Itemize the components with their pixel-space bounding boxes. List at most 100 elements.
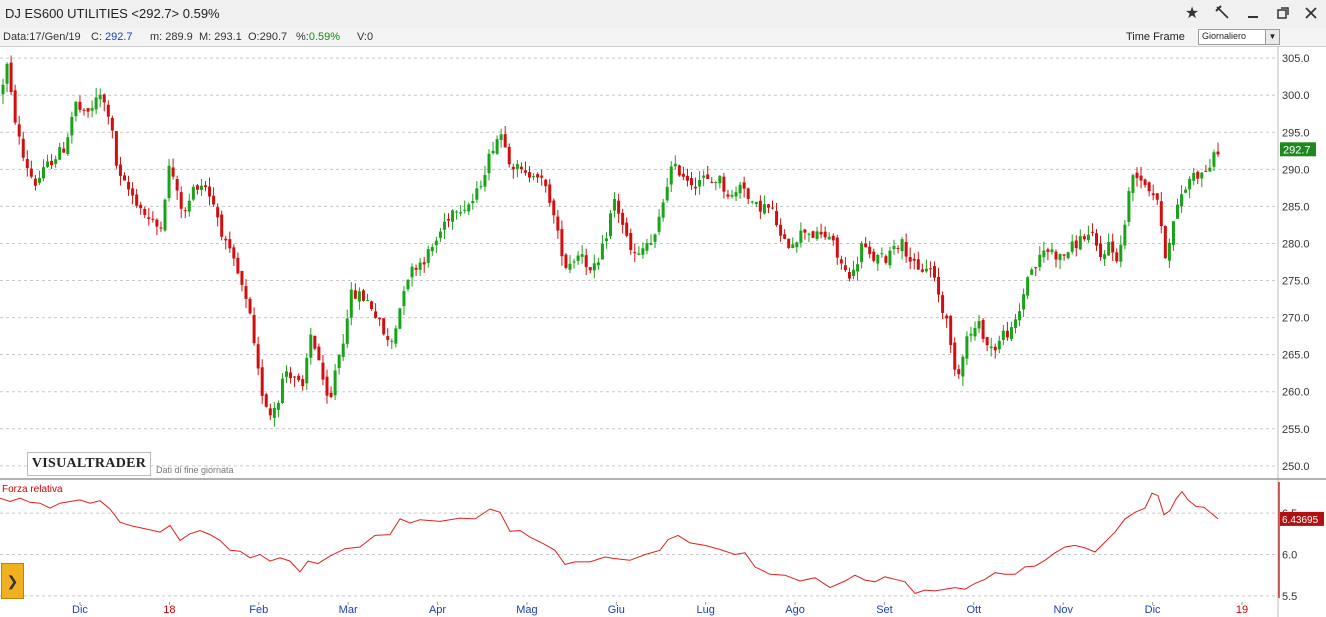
candle-body: [868, 246, 872, 255]
candle-body: [1204, 170, 1208, 172]
candle-body: [754, 201, 758, 205]
candle-body: [564, 254, 568, 268]
candle-body: [86, 108, 90, 112]
x-tick-label: 18: [163, 604, 175, 616]
timeframe-select[interactable]: Giornaliero ▼: [1198, 29, 1280, 45]
candle-body: [1131, 175, 1135, 193]
candle-body: [495, 139, 499, 154]
candle-body: [147, 217, 151, 219]
candle-body: [771, 207, 774, 209]
candle-body: [827, 236, 831, 240]
candle-body: [835, 237, 839, 258]
candle-body: [665, 186, 669, 201]
play-icon[interactable]: ❯: [1, 563, 24, 599]
candle-body: [831, 235, 835, 241]
candle-body: [924, 268, 928, 272]
candle-body: [973, 327, 977, 337]
x-tick-label: Feb: [249, 604, 268, 616]
candle-body: [345, 318, 349, 344]
candle-body: [852, 269, 855, 276]
candle-body: [236, 257, 240, 274]
last-price-label: 292.7: [1283, 144, 1311, 156]
candle-body: [366, 300, 369, 302]
candle-body: [499, 134, 503, 140]
candle-body: [471, 200, 475, 204]
price-tick-label: 290.0: [1282, 164, 1310, 176]
candle-body: [90, 108, 94, 111]
candle-body: [977, 320, 981, 329]
candle-body: [25, 159, 29, 169]
candle-body: [29, 168, 33, 177]
x-tick-label: 19: [1236, 604, 1248, 616]
candle-body: [706, 174, 710, 179]
x-tick-label: Mar: [339, 604, 358, 616]
candle-body: [127, 181, 131, 190]
candle-body: [775, 211, 779, 226]
candle-body: [451, 210, 455, 222]
candle-body: [807, 233, 811, 235]
candle-body: [143, 208, 147, 215]
candle-body: [422, 262, 426, 265]
candle-body: [220, 214, 224, 237]
close-icon[interactable]: [1300, 3, 1322, 23]
candle-body: [681, 173, 685, 177]
candle-body: [811, 231, 815, 238]
candle-body: [629, 233, 633, 250]
candle-body: [1107, 242, 1111, 256]
candle-body: [920, 269, 924, 272]
candle-body: [904, 242, 908, 257]
candle-body: [625, 222, 629, 236]
candle-body: [50, 160, 54, 166]
candle-body: [94, 97, 98, 110]
candle-body: [544, 179, 548, 187]
price-chart[interactable]: 305.0 300.0 295.0 290.0 285.0 280.0 275.0 270.0…: [0, 46, 1326, 617]
candle-body: [151, 218, 155, 220]
candle-body: [438, 231, 442, 238]
candle-body: [191, 186, 195, 200]
candle-body: [637, 253, 641, 255]
candle-body: [118, 164, 122, 176]
candle-body: [507, 146, 511, 165]
timeframe-label: Time Frame: [1126, 31, 1185, 43]
candle-body: [1151, 193, 1155, 196]
x-tick-label: Ago: [785, 604, 805, 616]
candle-body: [576, 255, 580, 261]
candle-body: [329, 392, 333, 398]
candle-body: [349, 289, 353, 318]
x-tick-label: Ott: [967, 604, 982, 616]
candle-body: [123, 175, 126, 181]
candle-body: [46, 161, 50, 167]
candle-body: [313, 335, 317, 349]
candle-body: [98, 94, 102, 100]
candle-body: [511, 166, 515, 170]
x-tick-label: Set: [876, 604, 893, 616]
candle-body: [248, 298, 252, 314]
candle-body: [1001, 330, 1005, 340]
star-icon[interactable]: ★: [1181, 3, 1203, 23]
candle-body: [1005, 330, 1009, 338]
info-pct: %:0.59%: [296, 31, 341, 43]
candle-body: [896, 247, 900, 249]
pin-icon[interactable]: [1211, 3, 1233, 23]
candle-body: [386, 336, 390, 340]
candle-body: [669, 166, 673, 185]
candle-body: [617, 200, 621, 214]
candle-body: [78, 101, 82, 110]
candle-body: [390, 340, 394, 342]
candle-body: [337, 354, 341, 369]
candle-body: [374, 311, 378, 318]
candle-body: [1208, 167, 1212, 172]
info-max: M: 293.1: [199, 31, 242, 43]
chevron-down-icon[interactable]: ▼: [1265, 30, 1279, 44]
candle-body: [515, 164, 519, 169]
candle-body: [876, 254, 880, 264]
restore-icon[interactable]: [1272, 3, 1294, 23]
candle-body: [503, 134, 507, 148]
minimize-icon[interactable]: [1242, 3, 1264, 23]
candle-body: [1171, 221, 1175, 245]
x-tick-label: Dic: [72, 604, 88, 616]
candle-body: [325, 376, 329, 396]
candle-body: [742, 182, 746, 189]
price-tick-label: 270.0: [1282, 313, 1310, 325]
indicator-last-value: 6.43695: [1282, 515, 1319, 526]
